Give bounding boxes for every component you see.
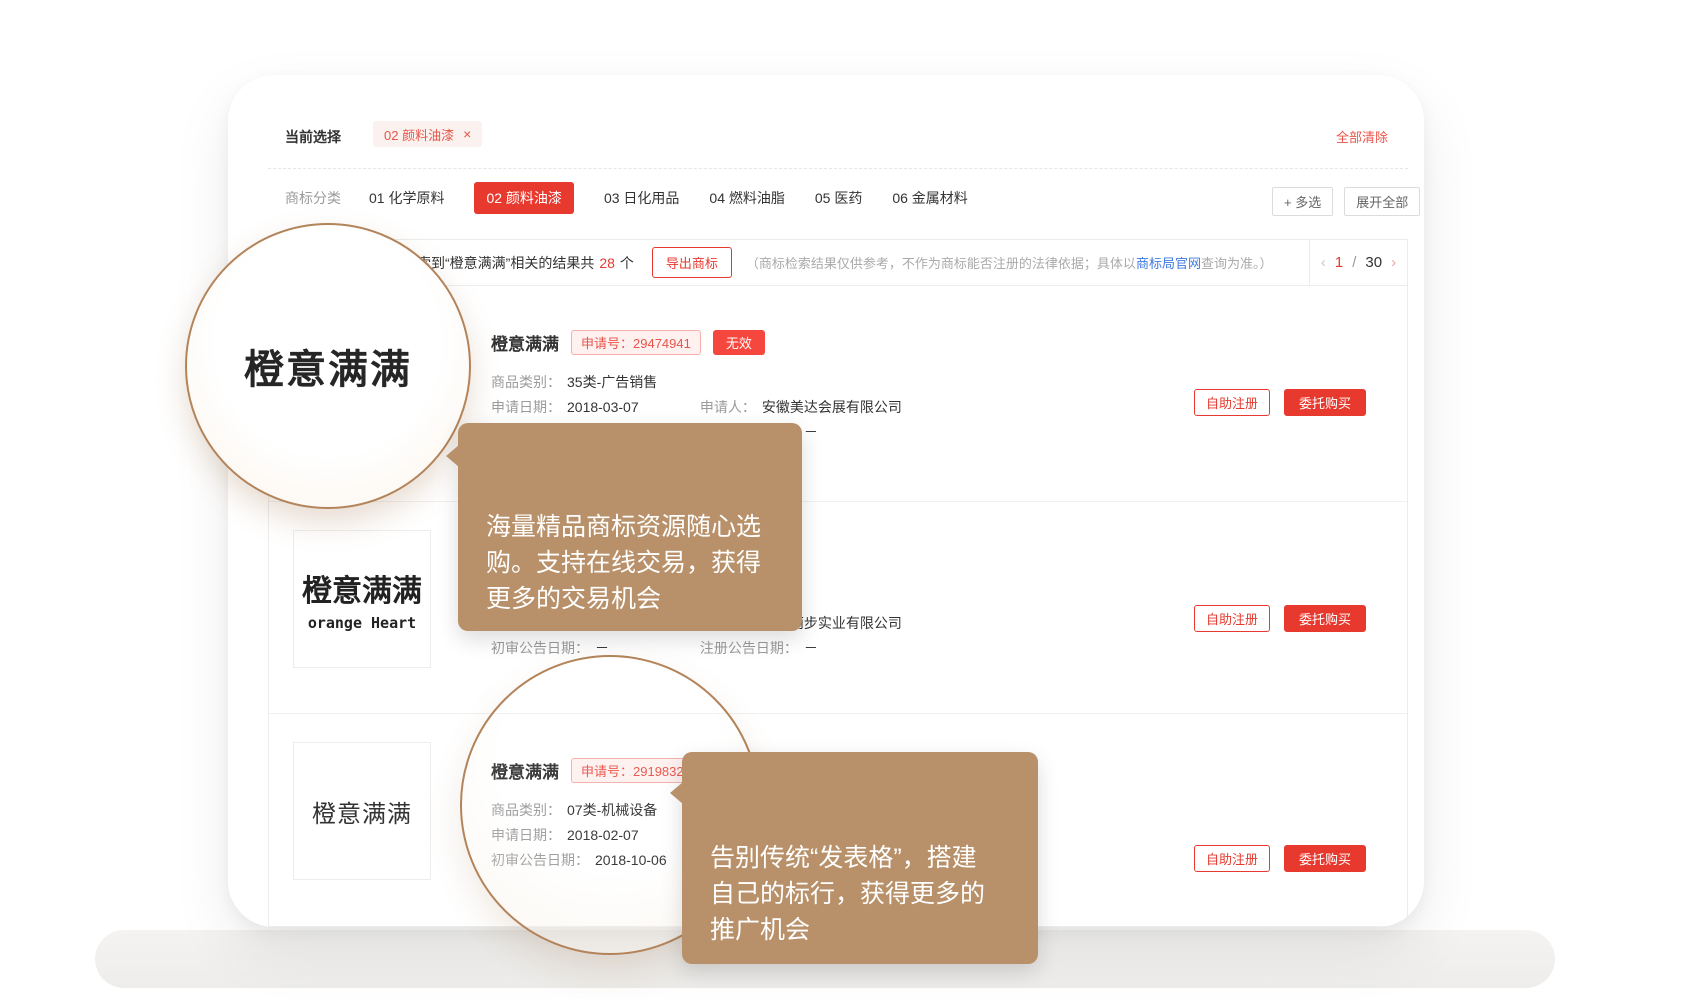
trademark-image: 橙意满满 orange Heart (293, 530, 431, 668)
results-summary-suffix: 个 (620, 255, 634, 271)
reg-notice-label: 注册公告日期： (700, 640, 798, 656)
trademark-office-link[interactable]: 商标局官网 (1136, 256, 1201, 271)
category-item-05[interactable]: 05 医药 (815, 188, 862, 208)
tooltip-text: 海量精品商标资源随心选 购。支持在线交易，获得 更多的交易机会 (486, 513, 761, 613)
filter-tag: 02 颜料油漆 × (373, 121, 482, 147)
date-label: 申请日期： (491, 399, 561, 415)
tooltip-promotion: 告别传统“发表格”，搭建 自己的标行，获得更多的 推广机会 (682, 752, 1038, 964)
tooltip-arrow-icon (446, 445, 459, 467)
first-notice-value: － (595, 640, 609, 656)
category-value: 35类-广告销售 (567, 374, 657, 390)
page-total: 30 (1365, 254, 1382, 271)
self-register-button[interactable]: 自助注册 (1194, 389, 1270, 416)
category-item-01[interactable]: 01 化学原料 (369, 188, 444, 208)
page-current: 1 (1335, 254, 1343, 271)
expand-all-button[interactable]: 展开全部 (1344, 187, 1420, 216)
row-actions: 自助注册 委托购买 (1194, 605, 1366, 632)
magnifier-circle: 橙意满满 (185, 223, 471, 509)
entrust-purchase-button[interactable]: 委托购买 (1284, 389, 1366, 416)
category-label: 商品类别： (491, 374, 561, 390)
notice-line: 初审公告日期： － 注册公告日期： － (491, 638, 818, 658)
category-item-02-selected[interactable]: 02 颜料油漆 (474, 182, 573, 214)
current-selection-label: 当前选择 (285, 127, 341, 147)
tooltip-marketplace: 海量精品商标资源随心选 购。支持在线交易，获得 更多的交易机会 (458, 423, 802, 631)
table-row: 橙意满满 orange Heart 橙意满满 申请号：29482153 已注册 … (269, 501, 1407, 713)
results-count: 28 (599, 255, 615, 271)
disclaimer-post: 查询为准。） (1201, 256, 1273, 271)
category-item-06[interactable]: 06 金属材料 (892, 188, 967, 208)
self-register-button[interactable]: 自助注册 (1194, 605, 1270, 632)
filter-tag-label: 02 颜料油漆 (384, 125, 454, 144)
trademark-image-text: 橙意满满 (312, 794, 412, 829)
entrust-purchase-button[interactable]: 委托购买 (1284, 605, 1366, 632)
category-line: 商品类别： 35类-广告销售 (491, 372, 657, 392)
remove-filter-icon[interactable]: × (463, 126, 471, 142)
tooltip-arrow-icon (670, 782, 683, 804)
category-bar-label: 商标分类 (285, 188, 341, 208)
reg-notice-value: － (804, 424, 818, 440)
trademark-image-text: 橙意满满 (302, 566, 422, 610)
trademark-image-subtext: orange Heart (308, 614, 416, 632)
category-item-03[interactable]: 03 日化用品 (604, 188, 679, 208)
trademark-title: 橙意满满 (491, 330, 559, 355)
page-prev-icon[interactable]: ‹ (1321, 254, 1326, 271)
disclaimer-pre: （商标检索结果仅供参考，不作为商标能否注册的法律依据；具体以 (746, 256, 1136, 271)
export-trademarks-button[interactable]: 导出商标 (652, 247, 732, 278)
category-item-04[interactable]: 04 燃料油脂 (709, 188, 784, 208)
first-notice-label: 初审公告日期： (491, 640, 589, 656)
applicant-label: 申请人： (700, 399, 756, 415)
status-badge: 无效 (713, 330, 765, 355)
page-next-icon[interactable]: › (1391, 254, 1396, 271)
disclaimer-text: （商标检索结果仅供参考，不作为商标能否注册的法律依据；具体以商标局官网查询为准。… (746, 253, 1273, 272)
entrust-purchase-button[interactable]: 委托购买 (1284, 845, 1366, 872)
applicant-value: 安徽美达会展有限公司 (762, 399, 902, 415)
date-line: 申请日期： 2018-03-07 申请人： 安徽美达会展有限公司 (491, 397, 902, 417)
magnified-trademark-text: 橙意满满 (244, 337, 412, 395)
category-bar: 商标分类 01 化学原料 02 颜料油漆 03 日化用品 04 燃料油脂 05 … (285, 183, 998, 213)
dashed-divider (268, 168, 1408, 169)
row-actions: 自助注册 委托购买 (1194, 845, 1366, 872)
reg-notice-value: － (804, 640, 818, 656)
row-actions: 自助注册 委托购买 (1194, 389, 1366, 416)
pagination: ‹ 1 / 30 › (1309, 240, 1407, 285)
category-actions: + 多选 展开全部 (1272, 187, 1420, 216)
row-header: 橙意满满 申请号：29474941 无效 (491, 330, 765, 355)
date-value: 2018-03-07 (567, 399, 639, 415)
multi-select-button[interactable]: + 多选 (1272, 187, 1333, 216)
trademark-image: 橙意满满 (293, 742, 431, 880)
clear-all-button[interactable]: 全部清除 (1336, 127, 1388, 146)
page: 当前选择 02 颜料油漆 × 全部清除 商标分类 01 化学原料 02 颜料油漆… (0, 0, 1696, 1002)
page-separator: / (1352, 254, 1356, 271)
application-number-tag: 申请号：29474941 (571, 330, 701, 355)
tooltip-text: 告别传统“发表格”，搭建 自己的标行，获得更多的 推广机会 (710, 844, 985, 944)
self-register-button[interactable]: 自助注册 (1194, 845, 1270, 872)
